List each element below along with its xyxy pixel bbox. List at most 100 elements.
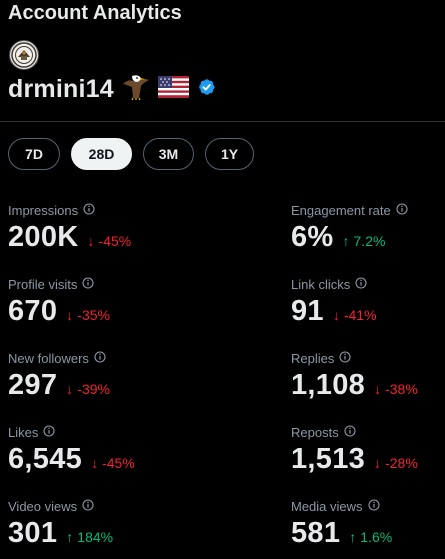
metric-reposts: Reposts 1,513 ↓ -28% xyxy=(291,423,418,476)
info-icon[interactable] xyxy=(355,276,367,292)
avatar[interactable] xyxy=(9,40,39,70)
metric-change-value: -28% xyxy=(385,455,418,471)
metric-label: Impressions xyxy=(8,201,131,219)
arrow-down-icon: ↓ xyxy=(374,455,382,471)
info-icon[interactable] xyxy=(367,498,380,514)
arrow-down-icon: ↓ xyxy=(374,381,382,397)
metric-change-value: -41% xyxy=(343,307,377,323)
info-icon[interactable] xyxy=(82,498,94,514)
metric-label-text: Media views xyxy=(291,498,363,514)
metric-label-text: Likes xyxy=(8,424,39,440)
metric-label: Video views xyxy=(8,497,113,515)
time-range-tabs: 7D 28D 3M 1Y xyxy=(8,138,265,170)
metric-change-value: 1.6% xyxy=(360,529,393,545)
page-title: Account Analytics xyxy=(8,2,182,24)
metric-change: ↓ -28% xyxy=(374,455,418,471)
metric-change: ↓ -38% xyxy=(374,381,418,397)
metric-row: 1,513 ↓ -28% xyxy=(291,443,418,476)
info-icon[interactable] xyxy=(43,424,55,440)
tab-3m[interactable]: 3M xyxy=(143,138,194,170)
metric-label: Likes xyxy=(8,423,135,441)
metric-value: 200K xyxy=(8,221,79,253)
metric-change: ↓ -45% xyxy=(91,455,135,471)
metric-video-views: Video views 301 ↑ 184% xyxy=(8,497,113,550)
metric-label: Reposts xyxy=(291,423,418,441)
metric-label-text: Profile visits xyxy=(8,276,78,292)
metric-new-followers: New followers 297 ↓ -39% xyxy=(8,349,110,402)
metric-label-text: Video views xyxy=(8,498,78,514)
divider xyxy=(0,121,445,122)
metric-value: 6,545 xyxy=(8,443,83,475)
metric-label: Profile visits xyxy=(8,275,110,293)
metric-label-text: New followers xyxy=(8,350,89,366)
metric-label: New followers xyxy=(8,349,110,367)
metric-change-value: -39% xyxy=(77,381,110,397)
metric-label: Replies xyxy=(291,349,418,367)
metric-change-value: -45% xyxy=(102,455,135,471)
metric-profile-visits: Profile visits 670 ↓ -35% xyxy=(8,275,110,328)
metric-value: 297 xyxy=(8,369,58,401)
metric-media-views: Media views 581 ↑ 1.6% xyxy=(291,497,392,550)
metric-label-text: Link clicks xyxy=(291,276,351,292)
info-icon[interactable] xyxy=(344,424,356,440)
metric-change: ↓ -41% xyxy=(333,307,377,323)
metric-row: 301 ↑ 184% xyxy=(8,517,113,550)
metric-label-text: Engagement rate xyxy=(291,202,391,218)
info-icon[interactable] xyxy=(82,276,94,292)
metric-change: ↑ 7.2% xyxy=(343,233,386,249)
arrow-down-icon: ↓ xyxy=(91,455,99,471)
metric-impressions: Impressions 200K ↓ -45% xyxy=(8,201,131,254)
info-icon[interactable] xyxy=(339,350,351,366)
tab-1y[interactable]: 1Y xyxy=(205,138,254,170)
metric-value: 1,513 xyxy=(291,443,366,475)
arrow-down-icon: ↓ xyxy=(66,381,74,397)
metric-value: 581 xyxy=(291,517,341,549)
metric-row: 200K ↓ -45% xyxy=(8,221,131,254)
metric-change: ↓ -35% xyxy=(66,307,110,323)
metric-value: 91 xyxy=(291,295,324,327)
metric-label: Media views xyxy=(291,497,392,515)
metric-change-value: 184% xyxy=(77,529,114,545)
arrow-down-icon: ↓ xyxy=(66,307,74,323)
metric-row: 670 ↓ -35% xyxy=(8,295,110,328)
metric-value: 301 xyxy=(8,517,58,549)
metric-row: 91 ↓ -41% xyxy=(291,295,377,328)
metric-link-clicks: Link clicks 91 ↓ -41% xyxy=(291,275,377,328)
metric-row: 1,108 ↓ -38% xyxy=(291,369,418,402)
metric-likes: Likes 6,545 ↓ -45% xyxy=(8,423,135,476)
metric-change-value: -38% xyxy=(385,381,418,397)
arrow-up-icon: ↑ xyxy=(349,529,357,545)
arrow-up-icon: ↑ xyxy=(66,529,74,545)
arrow-down-icon: ↓ xyxy=(332,307,340,323)
metric-value: 6% xyxy=(291,221,334,253)
metric-label-text: Replies xyxy=(291,350,335,366)
metric-label: Engagement rate xyxy=(291,201,408,219)
info-icon[interactable] xyxy=(396,202,408,218)
seal-avatar-icon xyxy=(11,42,37,68)
us-flag-icon xyxy=(157,75,189,103)
metric-label: Link clicks xyxy=(291,275,377,293)
metric-change-value: 7.2% xyxy=(353,233,386,249)
metric-change: ↑ 184% xyxy=(66,529,113,545)
metric-change: ↓ -45% xyxy=(88,233,132,249)
metric-row: 581 ↑ 1.6% xyxy=(291,517,392,550)
username[interactable]: drmini14 xyxy=(8,75,114,104)
tab-7d[interactable]: 7D xyxy=(8,138,60,170)
metric-label-text: Reposts xyxy=(291,424,339,440)
eagle-icon xyxy=(121,74,151,105)
metric-change: ↑ 1.6% xyxy=(349,529,392,545)
metric-change-value: -35% xyxy=(77,307,110,323)
profile-row: drmini14 xyxy=(8,73,216,105)
arrow-down-icon: ↓ xyxy=(87,233,95,249)
metric-value: 670 xyxy=(8,295,58,327)
metric-label-text: Impressions xyxy=(8,202,79,218)
arrow-up-icon: ↑ xyxy=(342,233,350,249)
tab-28d[interactable]: 28D xyxy=(71,138,132,170)
verified-badge-icon xyxy=(196,77,216,102)
metric-change: ↓ -39% xyxy=(66,381,110,397)
metric-replies: Replies 1,108 ↓ -38% xyxy=(291,349,418,402)
info-icon[interactable] xyxy=(83,202,95,218)
metric-row: 6,545 ↓ -45% xyxy=(8,443,135,476)
metric-row: 6% ↑ 7.2% xyxy=(291,221,408,254)
info-icon[interactable] xyxy=(94,350,106,366)
